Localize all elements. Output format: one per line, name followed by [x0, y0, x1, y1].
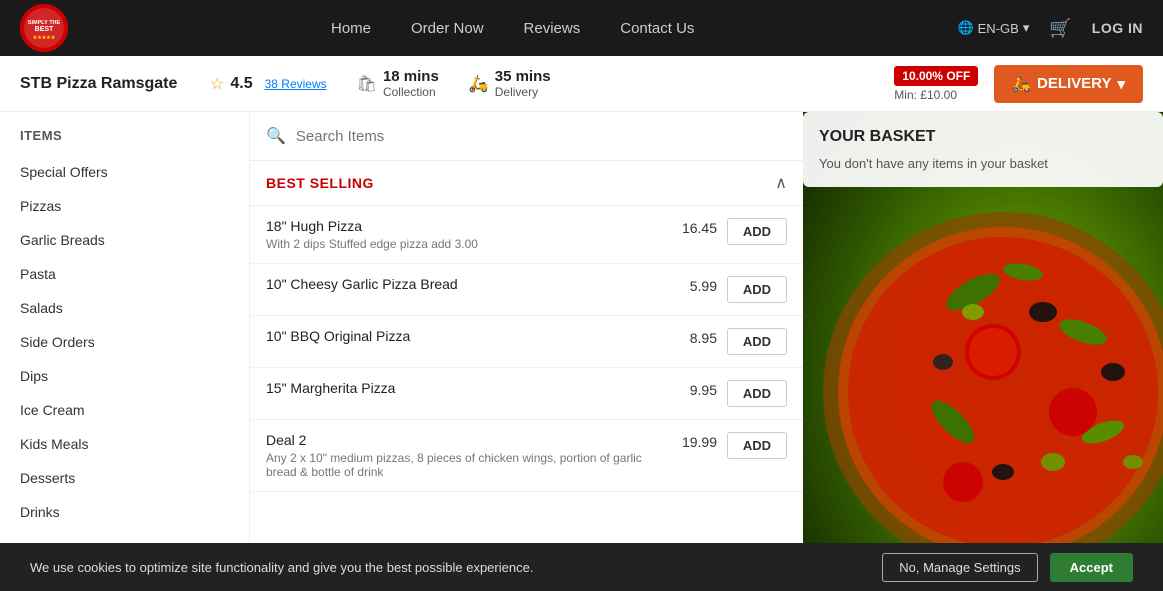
basket-content: YOUR BASKET You don't have any items in … [803, 112, 1163, 187]
nav-contact[interactable]: Contact Us [620, 20, 694, 37]
menu-item-name-1: 10" Cheesy Garlic Pizza Bread [266, 276, 667, 292]
svg-text:BEST: BEST [35, 26, 54, 33]
menu-item-info-0: 18" Hugh Pizza With 2 dips Stuffed edge … [266, 218, 667, 251]
delivery-time-info: 🛵 35 mins Delivery [469, 68, 551, 99]
login-button[interactable]: LOG IN [1092, 20, 1143, 36]
menu-item-name-2: 10" BBQ Original Pizza [266, 328, 667, 344]
delivery-btn-label: DELIVERY [1037, 75, 1111, 92]
menu-item-price-0: 16.45 [677, 218, 717, 236]
language-selector[interactable]: 🌐 EN-GB ▾ [957, 20, 1029, 36]
top-navigation: SIMPLY THE BEST ★★★★★ Home Order Now Rev… [0, 0, 1163, 56]
svg-text:★★★★★: ★★★★★ [33, 35, 56, 41]
cookie-manage-button[interactable]: No, Manage Settings [882, 553, 1037, 582]
sidebar-item-garlic-breads[interactable]: Garlic Breads [0, 223, 249, 257]
sidebar-item-ice-cream[interactable]: Ice Cream [0, 393, 249, 427]
basket-title: YOUR BASKET [819, 128, 1147, 146]
delivery-label: Delivery [495, 85, 551, 99]
collection-label: Collection [383, 85, 439, 99]
best-selling-title: BEST SELLING [266, 175, 374, 191]
menu-item-desc-0: With 2 dips Stuffed edge pizza add 3.00 [266, 237, 667, 251]
collection-time: 18 mins [383, 68, 439, 85]
add-button-1[interactable]: ADD [727, 276, 787, 303]
discount-group: 10.00% OFF Min: £10.00 [894, 66, 978, 102]
star-icon: ☆ [210, 74, 224, 94]
sidebar-item-special-offers[interactable]: Special Offers [0, 155, 249, 189]
menu-item-info-2: 10" BBQ Original Pizza [266, 328, 667, 347]
basket-empty-message: You don't have any items in your basket [819, 156, 1147, 171]
site-logo[interactable]: SIMPLY THE BEST ★★★★★ [20, 4, 68, 52]
sidebar-item-pizzas[interactable]: Pizzas [0, 189, 249, 223]
basket-panel: YOUR BASKET You don't have any items in … [803, 112, 1163, 543]
cookie-buttons: No, Manage Settings Accept [882, 553, 1133, 582]
sidebar-item-kids-meals[interactable]: Kids Meals [0, 427, 249, 461]
sidebar-item-salads[interactable]: Salads [0, 291, 249, 325]
min-order: Min: £10.00 [894, 88, 978, 102]
basket-card: YOUR BASKET You don't have any items in … [803, 112, 1163, 187]
add-button-0[interactable]: ADD [727, 218, 787, 245]
sidebar-item-desserts[interactable]: Desserts [0, 461, 249, 495]
sidebar-item-dips[interactable]: Dips [0, 359, 249, 393]
restaurant-rating: ☆ 4.5 38 Reviews [210, 74, 327, 94]
menu-item-price-3: 9.95 [677, 380, 717, 398]
search-bar: 🔍 [250, 112, 803, 161]
menu-item-name-4: Deal 2 [266, 432, 667, 448]
menu-item-0: 18" Hugh Pizza With 2 dips Stuffed edge … [250, 206, 803, 264]
collection-time-group: 18 mins Collection [383, 68, 439, 99]
sidebar: ITEMS Special Offers Pizzas Garlic Bread… [0, 112, 250, 543]
bag-icon: 🛍 [357, 74, 377, 94]
nav-order-now[interactable]: Order Now [411, 20, 484, 37]
menu-item-info-3: 15" Margherita Pizza [266, 380, 667, 399]
menu-item-name-0: 18" Hugh Pizza [266, 218, 667, 234]
collection-time-info: 🛍 18 mins Collection [357, 68, 439, 99]
cookie-accept-button[interactable]: Accept [1050, 553, 1133, 582]
lang-label: EN-GB [978, 21, 1019, 36]
menu-item-4: Deal 2 Any 2 x 10" medium pizzas, 8 piec… [250, 420, 803, 492]
chevron-down-icon: ▾ [1023, 20, 1030, 36]
chevron-down-icon: ▾ [1117, 75, 1125, 93]
sidebar-item-drinks[interactable]: Drinks [0, 495, 249, 529]
cookie-banner: We use cookies to optimize site function… [0, 543, 1163, 591]
rating-reviews[interactable]: 38 Reviews [265, 77, 327, 91]
sidebar-item-pasta[interactable]: Pasta [0, 257, 249, 291]
scooter-delivery-icon: 🛵 [1012, 75, 1031, 93]
search-icon: 🔍 [266, 126, 286, 146]
best-selling-section-header: BEST SELLING ∧ [250, 161, 803, 206]
menu-item-price-2: 8.95 [677, 328, 717, 346]
add-button-2[interactable]: ADD [727, 328, 787, 355]
menu-item-info-4: Deal 2 Any 2 x 10" medium pizzas, 8 piec… [266, 432, 667, 479]
menu-item-desc-4: Any 2 x 10" medium pizzas, 8 pieces of c… [266, 451, 667, 479]
delivery-time-group: 35 mins Delivery [495, 68, 551, 99]
nav-reviews[interactable]: Reviews [524, 20, 581, 37]
restaurant-name: STB Pizza Ramsgate [20, 75, 180, 93]
add-button-4[interactable]: ADD [727, 432, 787, 459]
discount-badge: 10.00% OFF [894, 66, 978, 86]
menu-item-1: 10" Cheesy Garlic Pizza Bread 5.99 ADD [250, 264, 803, 316]
main-area: ITEMS Special Offers Pizzas Garlic Bread… [0, 112, 1163, 543]
delivery-button[interactable]: 🛵 DELIVERY ▾ [994, 65, 1143, 103]
menu-item-2: 10" BBQ Original Pizza 8.95 ADD [250, 316, 803, 368]
cart-icon[interactable]: 🛒 [1049, 18, 1071, 39]
menu-item-3: 15" Margherita Pizza 9.95 ADD [250, 368, 803, 420]
restaurant-right: 10.00% OFF Min: £10.00 🛵 DELIVERY ▾ [894, 65, 1143, 103]
menu-item-price-4: 19.99 [677, 432, 717, 450]
delivery-time: 35 mins [495, 68, 551, 85]
globe-icon: 🌐 [957, 20, 973, 36]
add-button-3[interactable]: ADD [727, 380, 787, 407]
rating-score: 4.5 [230, 75, 252, 93]
scooter-icon: 🛵 [469, 74, 489, 94]
restaurant-header: STB Pizza Ramsgate ☆ 4.5 38 Reviews 🛍 18… [0, 56, 1163, 112]
nav-home[interactable]: Home [331, 20, 371, 37]
sidebar-item-side-orders[interactable]: Side Orders [0, 325, 249, 359]
chevron-up-icon[interactable]: ∧ [775, 173, 787, 193]
nav-right: 🌐 EN-GB ▾ 🛒 LOG IN [957, 18, 1143, 39]
menu-content: 🔍 BEST SELLING ∧ 18" Hugh Pizza With 2 d… [250, 112, 803, 543]
sidebar-title: ITEMS [0, 128, 249, 155]
search-input[interactable] [296, 128, 787, 145]
menu-item-info-1: 10" Cheesy Garlic Pizza Bread [266, 276, 667, 295]
menu-item-price-1: 5.99 [677, 276, 717, 294]
menu-item-name-3: 15" Margherita Pizza [266, 380, 667, 396]
nav-links: Home Order Now Reviews Contact Us [68, 20, 957, 37]
cookie-text: We use cookies to optimize site function… [30, 560, 882, 575]
